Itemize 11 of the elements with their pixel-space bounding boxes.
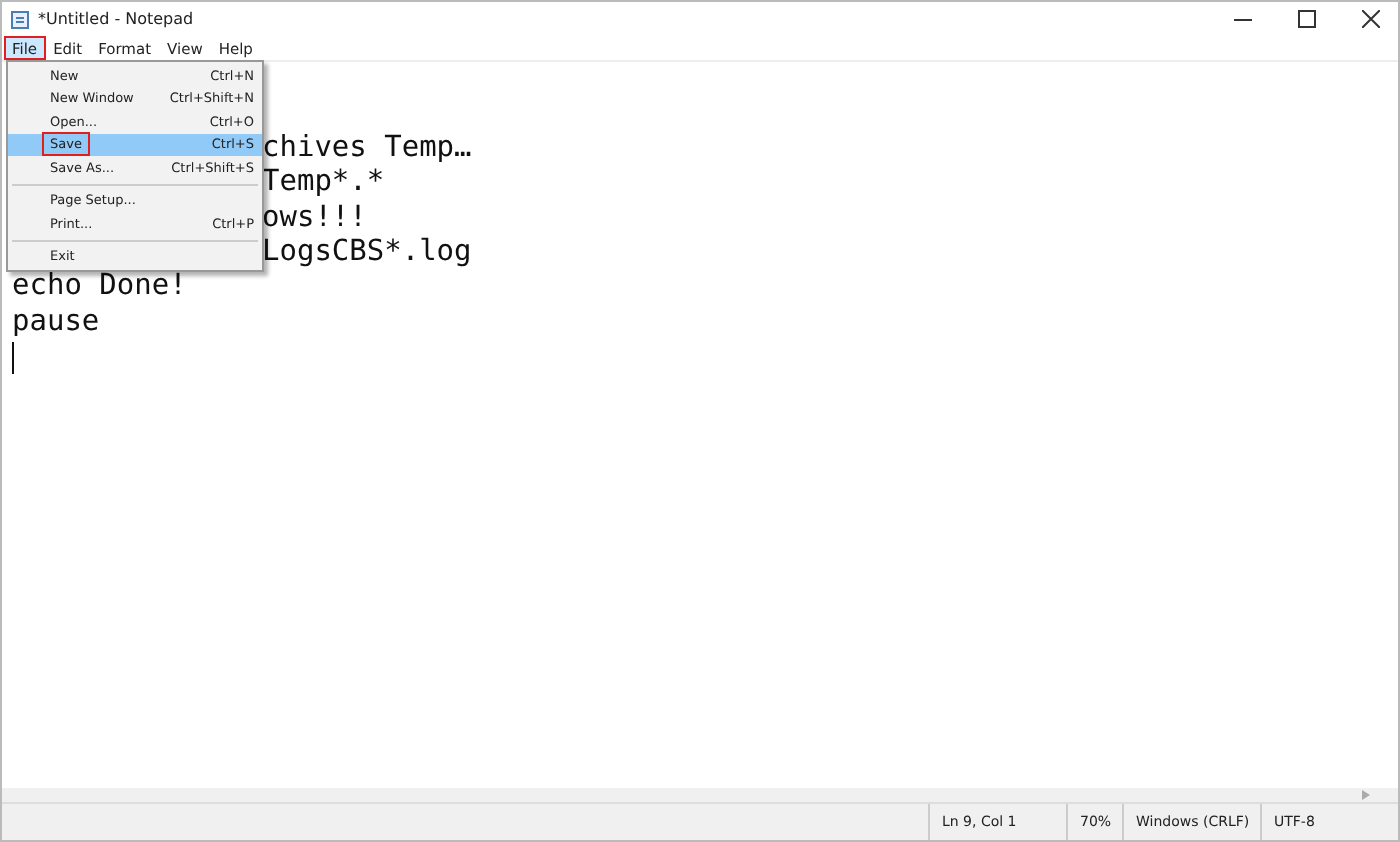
notepad-icon: [10, 9, 30, 29]
text-caret: [12, 342, 14, 375]
text-line: LogsCBS*.log: [262, 235, 472, 268]
maximize-icon: [1297, 10, 1315, 28]
close-icon: [1361, 10, 1379, 28]
text-line: echo Done!: [12, 270, 187, 303]
text-line: Temp*.*: [262, 166, 385, 199]
text-line: ows!!!: [262, 201, 367, 234]
text-line: pause: [12, 305, 100, 338]
text-line: chives Temp…: [262, 131, 472, 164]
window-title: *Untitled - Notepad: [38, 10, 196, 28]
